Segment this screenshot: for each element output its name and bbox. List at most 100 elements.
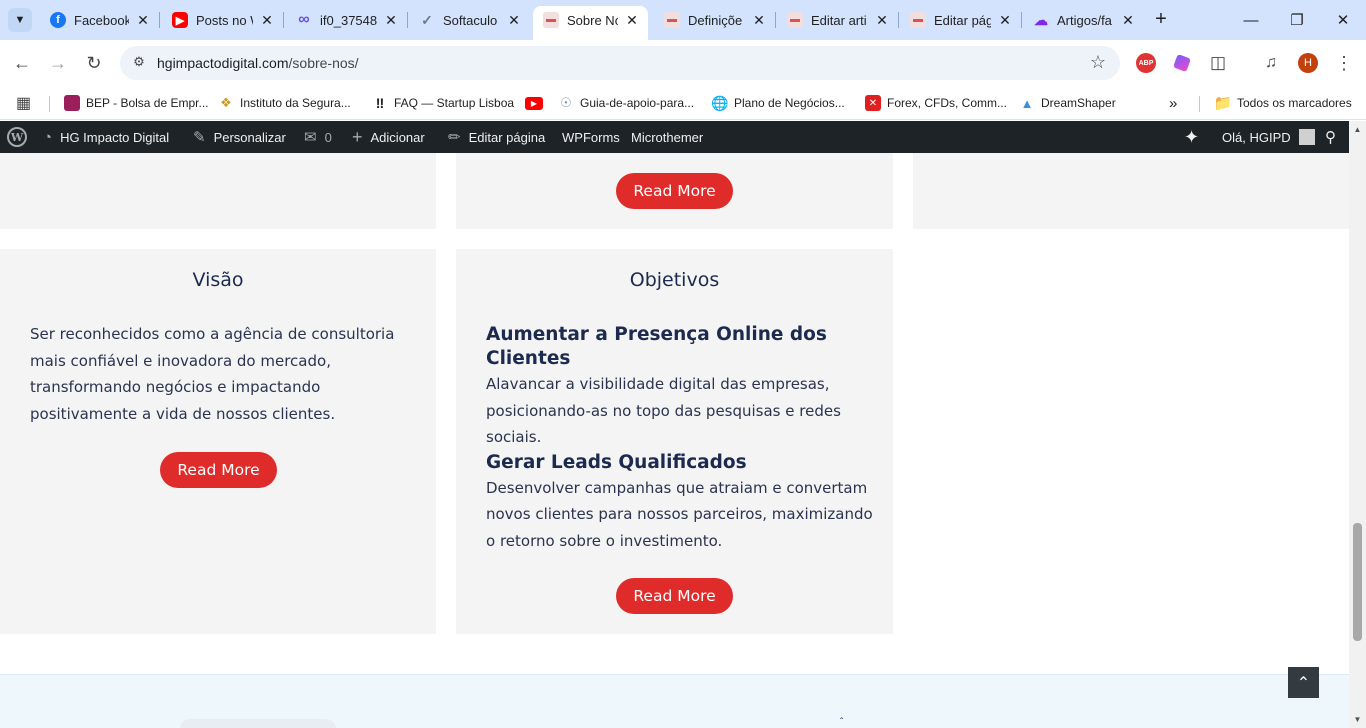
tab-softaculous[interactable]: ✓ Softaculo ✕: [409, 6, 530, 34]
page-scrollbar[interactable]: ▲ ▼: [1349, 121, 1366, 728]
wp-edit-page[interactable]: ✏ Editar página: [448, 121, 545, 153]
wp-account-menu[interactable]: Olá, HGIPD: [1222, 121, 1315, 153]
wp-ai-button[interactable]: ✦: [1184, 121, 1199, 153]
bookmark-guia[interactable]: ☉ Guia-de-apoio-para...: [558, 92, 694, 114]
tab-title: Definiçõe: [688, 12, 743, 28]
footer-logo: [180, 719, 336, 728]
objective-text: Desenvolver campanhas que atraiam e conv…: [486, 478, 873, 550]
tab-separator: [1021, 12, 1022, 28]
more-bookmarks-button[interactable]: »: [1169, 92, 1177, 114]
read-more-button[interactable]: Read More: [616, 173, 733, 209]
site-settings-icon[interactable]: ⚙: [130, 54, 148, 72]
read-more-button[interactable]: Read More: [160, 452, 277, 488]
wp-search[interactable]: ⚲: [1325, 121, 1336, 153]
wp-customize[interactable]: ✎ Personalizar: [193, 121, 286, 153]
browser-menu-button[interactable]: ⋮: [1332, 51, 1356, 75]
bookmark-star-icon[interactable]: ☆: [1090, 52, 1106, 73]
vision-text: Ser reconhecidos como a agência de consu…: [30, 325, 395, 423]
objective-heading: Gerar Leads Qualificados: [486, 451, 747, 473]
dreamshaper-icon: ▲: [1020, 95, 1034, 111]
facebook-icon: f: [50, 12, 66, 28]
tab-editar-pagina[interactable]: Editar pág ✕: [900, 6, 1022, 34]
insurance-icon: ❖: [220, 95, 232, 110]
canva-icon: ☁: [1034, 11, 1048, 28]
scroll-to-top-button[interactable]: ⌃: [1288, 667, 1319, 698]
tab-if0[interactable]: ∞ if0_37548 ✕: [286, 6, 408, 34]
tab-separator: [775, 12, 776, 28]
forex-icon: ✕: [865, 95, 881, 111]
forward-button[interactable]: →: [44, 49, 72, 77]
bookmark-forex[interactable]: ✕ Forex, CFDs, Comm...: [865, 92, 1007, 114]
globe-icon: 🌐: [711, 94, 729, 111]
restore-button[interactable]: ❐: [1274, 0, 1320, 40]
tab-title: Editar arti: [811, 12, 867, 28]
dashboard-icon: ◔: [43, 128, 53, 146]
wp-add-new[interactable]: + Adicionar: [352, 121, 425, 153]
puzzle-gradient-icon: [1173, 54, 1191, 72]
bookmark-bep[interactable]: BEP - Bolsa de Empr...: [64, 92, 209, 114]
site-icon: [910, 12, 926, 28]
extension-button[interactable]: [1170, 51, 1194, 75]
tab-posts[interactable]: ▶ Posts no W ✕: [162, 6, 284, 34]
media-control-button[interactable]: ♫: [1259, 51, 1283, 75]
read-more-button[interactable]: Read More: [616, 578, 733, 614]
tab-definicoes[interactable]: Definiçõe ✕: [654, 6, 776, 34]
kebab-menu-icon: ⋮: [1335, 52, 1353, 73]
wp-wpforms[interactable]: WPForms: [562, 121, 620, 153]
site-icon: [543, 12, 559, 28]
wp-site-name[interactable]: ◔ HG Impacto Digital: [43, 121, 169, 153]
extensions-menu-button[interactable]: ◫: [1206, 51, 1230, 75]
bookmark-instituto[interactable]: ❖ Instituto da Segura...: [218, 92, 351, 114]
minimize-button[interactable]: —: [1228, 0, 1274, 40]
close-icon[interactable]: ✕: [624, 12, 640, 28]
card-top-middle: Read More: [456, 153, 893, 229]
apps-button[interactable]: ▦: [16, 92, 31, 114]
comments-count: 0: [324, 129, 332, 145]
close-icon[interactable]: ✕: [383, 12, 399, 28]
reload-button[interactable]: ↻: [80, 49, 108, 77]
arrow-left-icon: ←: [13, 52, 31, 73]
sparkles-icon: ✦: [1184, 126, 1200, 147]
close-window-button[interactable]: ✕: [1320, 0, 1366, 40]
wp-comments[interactable]: ✉ 0: [304, 121, 332, 153]
new-tab-button[interactable]: +: [1150, 9, 1172, 31]
close-icon[interactable]: ✕: [997, 12, 1013, 28]
minimize-icon: —: [1243, 11, 1259, 29]
close-icon[interactable]: ✕: [751, 12, 767, 28]
bookmark-faq-startup[interactable]: ‼ FAQ — Startup Lisboa: [372, 92, 514, 114]
objectives-card: Objetivos Aumentar a Presença Online dos…: [456, 249, 893, 634]
all-bookmarks-button[interactable]: 📁 Todos os marcadores: [1214, 92, 1352, 114]
tab-sobre-nos[interactable]: Sobre Nó ✕: [533, 6, 648, 40]
adblock-extension[interactable]: ABP: [1134, 51, 1158, 75]
scroll-up-arrow-icon[interactable]: ▲: [1349, 121, 1366, 138]
tab-facebook[interactable]: f Facebook ✕: [40, 6, 160, 34]
tab-search-button[interactable]: ▼: [8, 8, 32, 32]
bookmark-youtube[interactable]: ▶: [525, 92, 549, 114]
profile-button[interactable]: H: [1296, 51, 1320, 75]
bookmark-dreamshaper[interactable]: ▲ DreamShaper: [1019, 92, 1116, 114]
close-icon[interactable]: ✕: [874, 12, 890, 28]
customize-label: Personalizar: [213, 129, 286, 145]
double-chevron-right-icon: »: [1169, 94, 1178, 112]
page-content: Read More Visão Ser reconhecidos como a …: [0, 153, 1349, 728]
address-bar[interactable]: ⚙ hgimpactodigital.com/sobre-nos/ ☆: [120, 46, 1120, 80]
pencil-icon: ✏: [448, 129, 461, 146]
close-icon[interactable]: ✕: [135, 12, 151, 28]
site-name-label: HG Impacto Digital: [60, 129, 170, 145]
tab-separator: [898, 12, 899, 28]
back-button[interactable]: ←: [8, 49, 36, 77]
wp-logo-menu[interactable]: W: [7, 121, 27, 153]
tab-editar-artigo[interactable]: Editar arti ✕: [777, 6, 899, 34]
scrollbar-thumb[interactable]: [1353, 523, 1362, 641]
search-icon: ⚲: [1325, 129, 1336, 146]
close-icon[interactable]: ✕: [506, 12, 522, 28]
close-icon[interactable]: ✕: [259, 12, 275, 28]
tab-artigos[interactable]: ☁ Artigos/fa ✕: [1023, 6, 1144, 34]
bookmark-plano[interactable]: 🌐 Plano de Negócios...: [711, 92, 844, 114]
guide-icon: ☉: [560, 95, 572, 110]
url-text[interactable]: hgimpactodigital.com/sobre-nos/: [157, 55, 359, 71]
wp-microthemer[interactable]: Microthemer: [631, 121, 703, 153]
scroll-down-arrow-icon[interactable]: ▼: [1349, 711, 1366, 728]
close-icon[interactable]: ✕: [1120, 12, 1136, 28]
edit-page-label: Editar página: [468, 129, 546, 145]
